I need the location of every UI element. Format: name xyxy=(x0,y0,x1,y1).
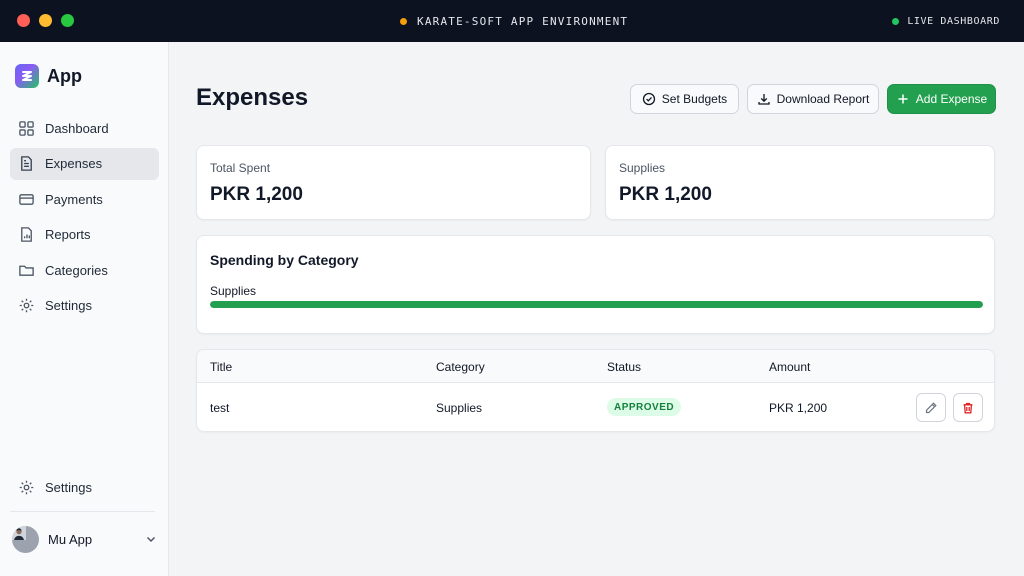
table-row[interactable]: test Supplies APPROVED PKR 1,200 xyxy=(197,384,994,431)
set-budgets-label: Set Budgets xyxy=(661,92,728,106)
table-header: Title Category Status Amount xyxy=(197,350,994,383)
environment-status-dot xyxy=(400,17,407,25)
environment-label: KARATE-SOFT APP ENVIRONMENT xyxy=(417,14,629,28)
sidebar-item-categories[interactable]: Categories xyxy=(10,254,159,286)
window-titlebar: KARATE-SOFT APP ENVIRONMENT LIVE DASHBOA… xyxy=(0,0,1024,42)
live-indicator: LIVE DASHBOARD xyxy=(892,14,1000,28)
stat-label: Total Spent xyxy=(210,161,271,175)
column-header-category[interactable]: Category xyxy=(436,360,485,374)
sidebar-divider xyxy=(10,511,155,512)
sidebar-item-dashboard[interactable]: Dashboard xyxy=(10,112,159,144)
sidebar-nav: Dashboard Expenses Payments Reports Cate… xyxy=(10,112,159,326)
status-badge: APPROVED xyxy=(607,398,682,416)
close-window-button[interactable] xyxy=(17,14,30,27)
cell-category: Supplies xyxy=(436,401,483,415)
download-icon xyxy=(757,94,770,105)
sidebar-item-label: Settings xyxy=(45,298,92,314)
spending-progress-track xyxy=(210,301,983,308)
set-budgets-button[interactable]: Set Budgets xyxy=(630,84,739,114)
check-circle-icon xyxy=(642,92,655,106)
sidebar-item-label: Dashboard xyxy=(45,120,109,136)
minimize-window-button[interactable] xyxy=(39,14,52,27)
column-header-amount[interactable]: Amount xyxy=(769,360,810,374)
pencil-icon xyxy=(925,401,937,413)
maximize-window-button[interactable] xyxy=(61,14,74,27)
column-header-title[interactable]: Title xyxy=(210,360,232,374)
sidebar-item-reports[interactable]: Reports xyxy=(10,219,159,251)
edit-button[interactable] xyxy=(916,393,946,422)
credit-card-icon xyxy=(19,193,34,205)
download-report-label: Download Report xyxy=(776,92,870,106)
cell-amount: PKR 1,200 xyxy=(769,401,828,415)
sidebar-item-settings[interactable]: Settings xyxy=(10,290,159,322)
spending-category-label: Supplies xyxy=(210,284,257,298)
stat-card-supplies: Supplies PKR 1,200 xyxy=(605,145,995,220)
stat-value: PKR 1,200 xyxy=(210,184,303,205)
sidebar-bottom-settings-label: Settings xyxy=(45,479,92,495)
download-report-button[interactable]: Download Report xyxy=(747,84,879,114)
column-header-status[interactable]: Status xyxy=(607,360,641,374)
gear-icon xyxy=(19,299,34,313)
sidebar-item-label: Payments xyxy=(45,191,103,207)
trash-icon xyxy=(963,402,973,413)
brand-name: App xyxy=(47,65,82,86)
chevron-down-icon xyxy=(146,536,156,543)
add-expense-label: Add Expense xyxy=(915,92,988,106)
sidebar-item-label: Categories xyxy=(45,262,108,278)
sidebar-item-expenses[interactable]: Expenses xyxy=(10,147,159,180)
delete-button[interactable] xyxy=(953,393,983,422)
sidebar: App Dashboard Expenses Payments Reports … xyxy=(0,42,169,576)
expenses-table: Title Category Status Amount test Suppli… xyxy=(196,349,995,432)
cell-title: test xyxy=(210,401,230,415)
sidebar-item-payments[interactable]: Payments xyxy=(10,183,159,215)
spending-progress-fill xyxy=(210,301,983,308)
document-icon xyxy=(21,156,32,171)
page-title: Expenses xyxy=(196,84,309,111)
avatar xyxy=(12,525,39,553)
brand[interactable]: App xyxy=(15,64,82,88)
user-name: Mu App xyxy=(48,531,93,547)
sidebar-item-label: Reports xyxy=(45,227,91,243)
spending-title: Spending by Category xyxy=(210,252,359,268)
sidebar-item-label: Expenses xyxy=(45,156,103,172)
report-chart-icon xyxy=(21,227,32,243)
add-expense-button[interactable]: Add Expense xyxy=(887,84,996,114)
live-label: LIVE DASHBOARD xyxy=(907,15,1000,27)
stat-label: Supplies xyxy=(619,161,666,175)
stat-card-total-spent: Total Spent PKR 1,200 xyxy=(196,145,591,220)
dashboard-grid-icon xyxy=(19,120,34,136)
app-logo-icon xyxy=(15,64,39,88)
folder-icon xyxy=(19,265,34,276)
gear-icon xyxy=(19,480,34,494)
environment-indicator: KARATE-SOFT APP ENVIRONMENT xyxy=(400,14,628,28)
stat-value: PKR 1,200 xyxy=(619,184,712,205)
live-status-dot xyxy=(892,17,900,25)
spending-by-category-card: Spending by Category Supplies xyxy=(196,235,995,334)
plus-icon xyxy=(898,94,908,104)
sidebar-bottom-settings[interactable]: Settings xyxy=(10,471,159,503)
user-menu[interactable]: Mu App xyxy=(12,524,158,554)
